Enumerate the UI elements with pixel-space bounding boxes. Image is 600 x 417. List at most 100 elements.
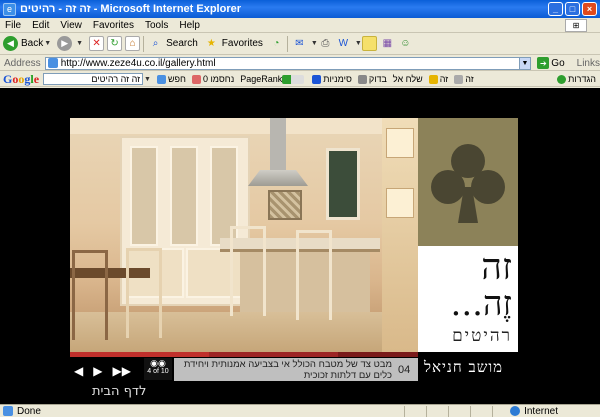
photo-tiles [268, 190, 302, 220]
google-send-to[interactable]: שלח אל [393, 74, 423, 84]
bookmarks-label: סימניות [323, 74, 352, 84]
popup-blocker-label: נחסמו 0 [202, 74, 235, 84]
google-search-button[interactable]: חפש [156, 74, 186, 84]
stop-icon[interactable]: ✕ [89, 36, 105, 51]
google-settings[interactable]: הגדרות [557, 74, 596, 84]
maximize-button[interactable]: □ [565, 2, 580, 16]
logo-line-2: זֶה... [450, 284, 512, 324]
web-page: זה זֶה... רהיטים ◉◉ 4 of 10 מבט צד של מט… [0, 88, 600, 404]
gallery-progress-fill [70, 352, 210, 357]
pagerank-label: PageRank [240, 74, 283, 84]
site-logo-panel: זה זֶה... רהיטים [418, 118, 518, 352]
photo-chair [72, 250, 108, 340]
google-pagerank[interactable]: PageRank [240, 74, 306, 84]
image-caption: מבט צד של מטבח הכולל אי בצביעה אמנותית ו… [183, 358, 392, 381]
address-input[interactable]: http://www.zeze4u.co.il/gallery.html [44, 56, 520, 70]
minimize-button[interactable]: _ [548, 2, 563, 16]
forward-button[interactable]: ▶ ▼ [57, 36, 83, 51]
menu-favorites[interactable]: Favorites [93, 20, 134, 31]
favorites-label: Favorites [221, 38, 263, 49]
menu-help[interactable]: Help [179, 20, 200, 31]
photo-chair [230, 226, 266, 316]
standard-toolbar: ◀ Back ▼ ▶ ▼ ✕ ↻ ⌂ ⌕ Search ★ Favorites … [0, 33, 600, 55]
back-button[interactable]: ◀ Back ▼ [3, 36, 51, 51]
back-dropdown-icon[interactable]: ▼ [44, 40, 51, 47]
messenger-icon[interactable]: ☺ [398, 36, 413, 51]
club-icon [431, 144, 505, 223]
counter-dots-icon: ◉◉ [150, 358, 166, 368]
mail-dropdown-icon[interactable]: ▼ [311, 40, 318, 47]
gallery-nav: ◀ ▶ ▶▶ [74, 363, 141, 379]
forward-dropdown-icon[interactable]: ▼ [76, 40, 83, 47]
page-done-icon [3, 406, 13, 416]
search-label: Search [166, 38, 198, 49]
toolbar-separator [143, 35, 145, 52]
forward-arrow-icon: ▶ [57, 36, 73, 51]
google-spellcheck[interactable]: בדוק [357, 74, 387, 84]
menu-bar: File Edit View Favorites Tools Help ⊞ [0, 18, 600, 33]
fast-forward-icon[interactable]: ▶▶ [112, 364, 130, 378]
edit-icon[interactable]: W [336, 36, 351, 51]
prev-arrow-icon[interactable]: ◀ [74, 364, 83, 378]
status-divider [492, 406, 493, 417]
go-arrow-icon: ➔ [537, 57, 550, 69]
zone-label: Internet [524, 405, 558, 417]
photo-ceiling [70, 118, 418, 134]
gallery-photo [70, 118, 418, 352]
close-button[interactable]: × [582, 2, 597, 16]
google-bookmarks[interactable]: סימניות [312, 74, 352, 84]
spellcheck-icon [357, 74, 367, 84]
history-icon[interactable]: ◔ [269, 36, 284, 51]
google-search-input[interactable]: זה זה רהיטים [43, 73, 144, 85]
popup-block-icon [191, 74, 201, 84]
menu-edit[interactable]: Edit [32, 20, 49, 31]
toolbar-separator [286, 35, 288, 52]
status-divider [426, 406, 427, 417]
highlight-icon [428, 74, 438, 84]
photo-niche-shelf [386, 188, 414, 218]
photo-floor [70, 312, 418, 352]
google-search-label: חפש [167, 74, 186, 84]
security-zone: Internet [510, 406, 558, 417]
back-arrow-icon: ◀ [3, 36, 18, 51]
logo-subtitle: רהיטים [452, 326, 512, 346]
research-icon[interactable]: ▦ [380, 36, 395, 51]
refresh-icon[interactable]: ↻ [107, 36, 123, 51]
page-icon [47, 58, 58, 68]
status-text: Done [17, 405, 41, 417]
home-link[interactable]: לדף הבית [92, 384, 146, 399]
photo-window [326, 148, 360, 220]
google-popup-blocker[interactable]: נחסמו 0 [191, 74, 235, 84]
location-label: מושב חניאל [424, 358, 504, 376]
mail-icon[interactable]: ✉ [292, 36, 307, 51]
edit-dropdown-icon[interactable]: ▼ [355, 40, 362, 47]
bookmark-star-icon [312, 74, 322, 84]
google-highlight-2[interactable]: זה [454, 74, 474, 84]
window-titlebar[interactable]: e זה זה - רהיטים - Microsoft Internet Ex… [0, 0, 600, 18]
address-bar: Address http://www.zeze4u.co.il/gallery.… [0, 56, 600, 71]
search-button[interactable]: ⌕ Search [148, 36, 198, 51]
address-dropdown-icon[interactable]: ▼ [519, 56, 532, 70]
home-icon[interactable]: ⌂ [125, 36, 141, 51]
gallery-progress-bar[interactable] [70, 352, 418, 357]
image-number: 04 [398, 363, 411, 376]
photo-hood-pipe [270, 118, 286, 173]
menu-file[interactable]: File [5, 20, 21, 31]
gallery-progress-track [338, 352, 418, 357]
menu-tools[interactable]: Tools [145, 20, 168, 31]
status-divider [448, 406, 449, 417]
back-label: Back [21, 38, 44, 49]
menu-view[interactable]: View [60, 20, 82, 31]
photo-cabinet-door [130, 146, 158, 246]
google-search-dropdown-icon[interactable]: ▼ [144, 76, 151, 83]
favorites-button[interactable]: ★ Favorites [204, 36, 263, 51]
google-highlight-1[interactable]: זה [428, 74, 448, 84]
go-button[interactable]: ➔ Go [537, 57, 565, 69]
play-arrow-icon[interactable]: ▶ [93, 364, 102, 378]
photo-chair [126, 248, 162, 338]
internet-globe-icon [510, 406, 521, 416]
links-button[interactable]: Links [577, 58, 600, 69]
windows-logo-icon: ⊞ [565, 19, 587, 32]
print-icon[interactable]: ⎙ [318, 36, 333, 51]
discuss-icon[interactable] [361, 36, 377, 51]
